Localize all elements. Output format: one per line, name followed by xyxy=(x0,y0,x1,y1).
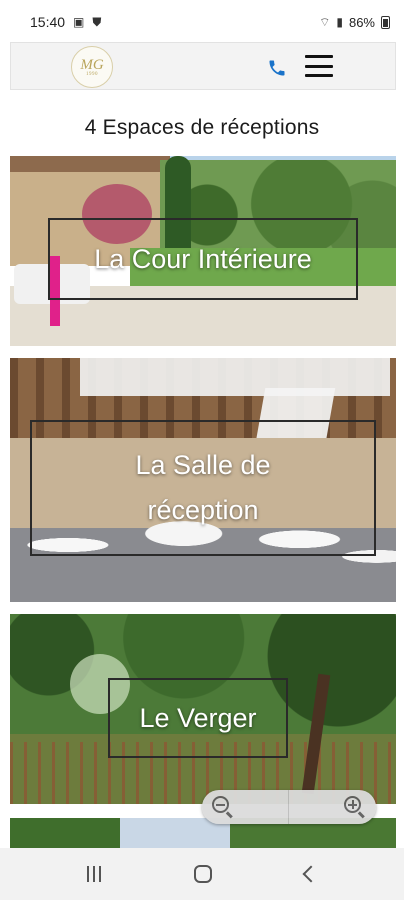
venue-label-box: Le Verger xyxy=(108,678,288,758)
wifi-icon: ⌔ xyxy=(319,14,331,29)
zoom-in-button[interactable] xyxy=(289,790,376,824)
zoom-out-icon xyxy=(212,796,234,819)
signal-icon: ▮ xyxy=(336,15,343,29)
screen: 15:40 ▣ ⛊ ⌔ ▮ 86% MG 1990 4 Espaces de r… xyxy=(0,0,404,900)
home-icon[interactable] xyxy=(193,865,212,883)
shield-icon: ⛊ xyxy=(92,14,102,29)
venue-label: Le Verger xyxy=(139,702,257,733)
venue-label-box: La Salle de réception xyxy=(30,420,376,556)
venue-label: La Cour Intérieure xyxy=(94,243,312,274)
zoom-in-icon xyxy=(344,796,366,819)
image-icon: ▣ xyxy=(73,15,85,29)
status-time: 15:40 xyxy=(30,14,66,30)
zoom-out-button[interactable] xyxy=(202,790,289,824)
venue-label: La Salle de réception xyxy=(135,450,271,525)
recent-apps-icon[interactable] xyxy=(86,866,101,882)
zoom-control xyxy=(202,790,376,824)
site-header: MG 1990 xyxy=(10,42,396,90)
venue-card-salle-reception[interactable]: La Salle de réception xyxy=(10,358,396,602)
back-icon[interactable] xyxy=(302,865,320,883)
logo-subtext: 1990 xyxy=(86,71,98,77)
site-logo[interactable]: MG 1990 xyxy=(71,46,113,88)
status-bar: 15:40 ▣ ⛊ ⌔ ▮ 86% xyxy=(0,0,404,44)
venue-label-box: La Cour Intérieure xyxy=(48,218,358,300)
hamburger-menu-icon[interactable] xyxy=(305,55,333,77)
venue-card-cour-interieure[interactable]: La Cour Intérieure xyxy=(10,156,396,346)
logo-text: MG xyxy=(80,56,104,73)
page-title: 4 Espaces de réceptions xyxy=(84,116,320,139)
system-nav-bar xyxy=(0,848,404,900)
battery-icon xyxy=(381,15,390,29)
battery-level: 86% xyxy=(348,14,375,30)
phone-icon[interactable] xyxy=(267,58,287,78)
venue-card-verger[interactable]: Le Verger xyxy=(10,614,396,804)
